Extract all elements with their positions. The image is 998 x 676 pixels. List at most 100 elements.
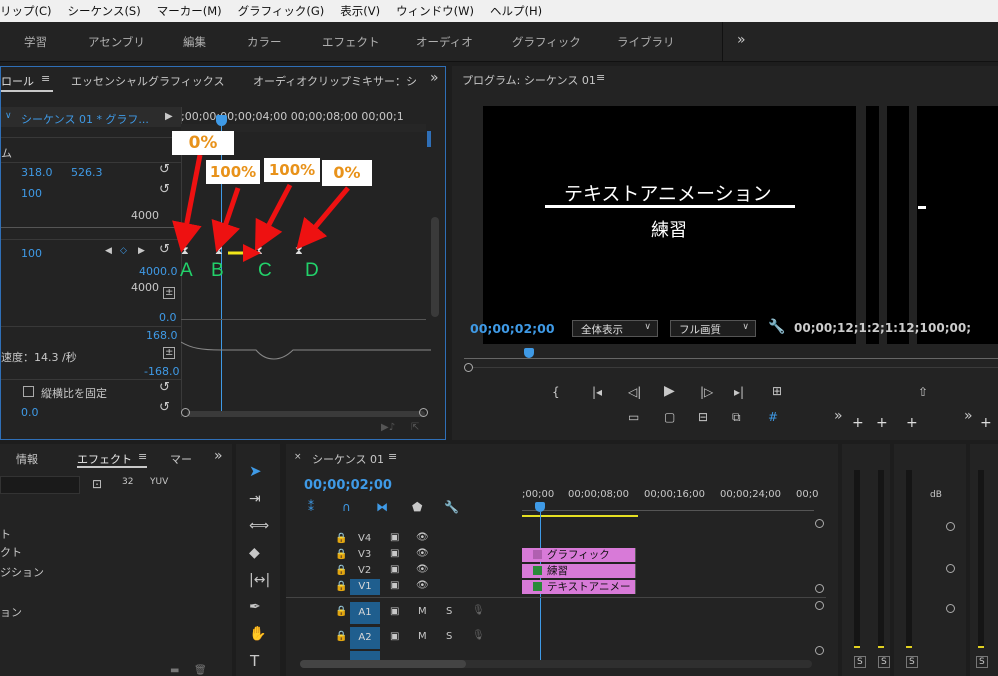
panel-menu-icon[interactable]: ≡ — [596, 72, 605, 83]
scrub-ruler[interactable] — [464, 358, 998, 359]
sync-icon[interactable]: ▣ — [390, 580, 399, 591]
timeline-hscroll-thumb[interactable] — [300, 660, 466, 668]
trim-icon[interactable]: ⊟ — [698, 411, 708, 423]
eye-icon[interactable]: 👁 — [416, 564, 429, 575]
program-playhead[interactable] — [524, 348, 534, 358]
meter-scroll-handle[interactable] — [946, 564, 955, 573]
effects-list-item[interactable]: クト — [0, 544, 22, 560]
sync-icon[interactable]: ▣ — [390, 532, 399, 543]
add-button-icon[interactable]: + — [876, 416, 888, 430]
clip-graphic[interactable]: グラフィック — [522, 548, 636, 562]
mic-icon[interactable]: 🎙 — [472, 605, 485, 616]
vscroll-handle[interactable] — [815, 601, 824, 610]
lift-icon[interactable]: ⇧ — [918, 386, 928, 398]
mark-in-icon[interactable]: { — [552, 386, 560, 398]
meter-solo[interactable]: S — [906, 656, 918, 668]
tab-info[interactable]: 情報 — [16, 451, 38, 467]
track-label[interactable]: V3 — [358, 549, 371, 560]
sync-icon[interactable]: ▣ — [390, 631, 399, 642]
track-select-tool-icon[interactable]: ⇥ — [249, 492, 261, 506]
meter-solo-right[interactable]: S — [878, 656, 890, 668]
pen-tool-icon[interactable]: ✒ — [249, 600, 261, 614]
mic-icon[interactable]: 🎙 — [472, 630, 485, 641]
linked-selection-icon[interactable]: ⧓ — [376, 501, 388, 513]
safe-margins-icon[interactable]: ▢ — [664, 411, 675, 423]
eye-icon[interactable]: 👁 — [416, 580, 429, 591]
sync-icon[interactable]: ▣ — [390, 606, 399, 617]
step-back-icon[interactable]: ◁| — [628, 386, 641, 398]
effects-list-item[interactable]: ト — [0, 526, 11, 542]
tab-effects[interactable]: エフェクト — [77, 451, 132, 467]
eye-icon[interactable]: 👁 — [416, 548, 429, 559]
effects-list-item[interactable]: ョン — [0, 604, 22, 620]
mute-button[interactable]: M — [418, 606, 427, 617]
compare-icon[interactable]: ⧉ — [732, 411, 741, 423]
add-button-icon[interactable]: + — [906, 416, 918, 430]
add-button-icon[interactable]: + — [980, 416, 992, 430]
mute-button[interactable]: M — [418, 631, 427, 642]
slip-tool-icon[interactable]: |↔| — [249, 573, 270, 587]
lock-icon[interactable]: 🔒 — [335, 606, 347, 617]
clip-text-animation[interactable]: テキストアニメー — [522, 580, 636, 594]
32bit-effects-icon[interactable]: 32 — [122, 478, 133, 487]
yuv-effects-icon[interactable]: YUV — [150, 478, 168, 487]
track-label[interactable]: V2 — [358, 565, 371, 576]
panel-menu-icon[interactable]: ≡ — [138, 451, 147, 462]
grid-icon[interactable]: # — [768, 411, 778, 423]
effects-list-item[interactable]: ジション — [0, 564, 44, 580]
ruler-ticks[interactable] — [522, 510, 814, 511]
lock-icon[interactable]: 🔒 — [335, 631, 347, 642]
tab-markers[interactable]: マー — [170, 451, 192, 467]
play-icon[interactable]: ▶ — [664, 384, 675, 398]
eye-icon[interactable]: 👁 — [416, 532, 429, 543]
add-button-icon[interactable]: » — [834, 409, 843, 423]
close-icon[interactable]: × — [294, 453, 302, 462]
go-to-out-icon[interactable]: ▸| — [734, 386, 744, 398]
zoom-bar[interactable] — [473, 367, 998, 368]
meter-scroll-handle[interactable] — [946, 604, 955, 613]
add-button-icon[interactable]: + — [852, 416, 864, 430]
solo-button[interactable]: S — [446, 631, 452, 642]
export-frame-icon[interactable]: ▭ — [628, 411, 639, 423]
wrench-icon[interactable]: 🔧 — [768, 320, 785, 334]
type-tool-icon[interactable]: T — [250, 654, 259, 669]
meter-solo-left[interactable]: S — [854, 656, 866, 668]
quality-select[interactable]: フル画質 ∨ — [670, 320, 756, 337]
clip-practice[interactable]: 練習 — [522, 564, 636, 578]
nest-icon[interactable]: ⁑ — [308, 501, 314, 513]
track-label[interactable]: A2 — [350, 627, 380, 649]
track-label[interactable]: V1 — [350, 579, 380, 595]
insert-icon[interactable]: ⊞ — [772, 385, 782, 397]
meter-scroll-handle[interactable] — [946, 522, 955, 531]
add-button-icon[interactable]: » — [964, 409, 973, 423]
solo-button[interactable]: S — [446, 606, 452, 617]
timeline-timecode[interactable]: 00;00;02;00 — [304, 478, 392, 493]
timeline-playhead[interactable] — [535, 502, 545, 512]
ripple-edit-tool-icon[interactable]: ⟺ — [249, 519, 269, 533]
lock-icon[interactable]: 🔒 — [335, 549, 347, 560]
add-marker-icon[interactable]: ⬟ — [412, 501, 422, 513]
zoom-handle[interactable] — [464, 363, 473, 372]
selection-tool-icon[interactable]: ➤ — [249, 464, 262, 479]
step-forward-icon[interactable]: |▷ — [700, 386, 713, 398]
lock-icon[interactable]: 🔒 — [335, 581, 347, 592]
vscroll-handle[interactable] — [815, 584, 824, 593]
track-label[interactable]: A1 — [350, 602, 380, 624]
effects-search-input[interactable] — [0, 476, 80, 494]
snap-icon[interactable]: ∩ — [342, 501, 351, 513]
lock-icon[interactable]: 🔒 — [335, 565, 347, 576]
meter-solo[interactable]: S — [976, 656, 988, 668]
program-timecode[interactable]: 00;00;02;00 — [470, 321, 555, 336]
lock-icon[interactable]: 🔒 — [335, 533, 347, 544]
sync-icon[interactable]: ▣ — [390, 564, 399, 575]
new-bin-icon[interactable]: ▬ — [170, 666, 179, 676]
more-tabs-icon[interactable]: » — [214, 449, 223, 463]
hand-tool-icon[interactable]: ✋ — [249, 627, 266, 641]
delete-icon[interactable]: 🗑 — [194, 666, 207, 676]
sync-icon[interactable]: ▣ — [390, 548, 399, 559]
track-label[interactable]: V4 — [358, 533, 371, 544]
zoom-select[interactable]: 全体表示 ∨ — [572, 320, 658, 337]
razor-tool-icon[interactable]: ◆ — [249, 546, 260, 560]
settings-wrench-icon[interactable]: 🔧 — [444, 501, 459, 513]
vscroll-handle[interactable] — [815, 646, 824, 655]
